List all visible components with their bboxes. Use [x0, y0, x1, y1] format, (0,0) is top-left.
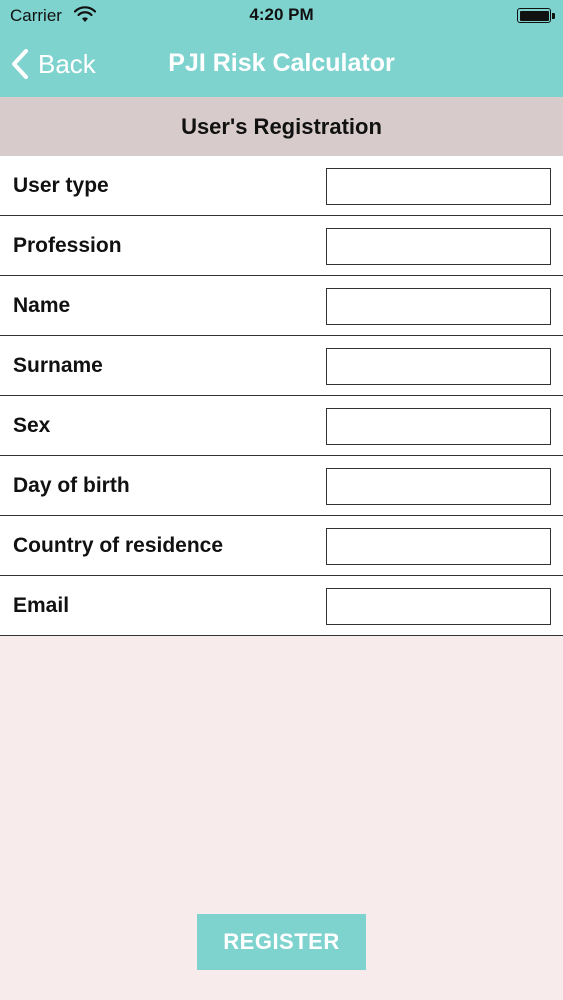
form-row-profession: Profession: [0, 216, 563, 276]
register-button[interactable]: REGISTER: [197, 914, 366, 970]
form-row-sex: Sex: [0, 396, 563, 456]
email-label: Email: [13, 594, 70, 617]
form-row-surname: Surname: [0, 336, 563, 396]
status-bar: Carrier 4:20 PM: [0, 0, 563, 32]
surname-field[interactable]: [326, 348, 551, 385]
sex-field[interactable]: [326, 408, 551, 445]
section-title: User's Registration: [181, 113, 382, 139]
country-of-residence-field[interactable]: [326, 528, 551, 565]
form-row-day-of-birth: Day of birth: [0, 456, 563, 516]
form-row-user-type: User type: [0, 156, 563, 216]
form-row-country: Country of residence: [0, 516, 563, 576]
user-type-label: User type: [13, 174, 109, 197]
profession-field[interactable]: [326, 228, 551, 265]
name-label: Name: [13, 294, 71, 317]
battery-icon: [517, 8, 555, 23]
status-time: 4:20 PM: [249, 5, 314, 24]
day-of-birth-label: Day of birth: [13, 474, 130, 497]
email-field[interactable]: [326, 588, 551, 625]
registration-form: User type Profession Name Surname Sex Da…: [0, 156, 563, 636]
sex-label: Sex: [13, 414, 51, 437]
profession-label: Profession: [13, 234, 122, 257]
navigation-bar: Carrier 4:20 PM Back PJI Risk Calculator: [0, 0, 563, 97]
day-of-birth-field[interactable]: [326, 468, 551, 505]
name-field[interactable]: [326, 288, 551, 325]
form-row-email: Email: [0, 576, 563, 636]
surname-label: Surname: [13, 354, 103, 377]
user-type-field[interactable]: [326, 168, 551, 205]
section-header: User's Registration: [0, 97, 563, 156]
form-row-name: Name: [0, 276, 563, 336]
country-of-residence-label: Country of residence: [13, 534, 224, 557]
page-title: PJI Risk Calculator: [168, 49, 395, 77]
